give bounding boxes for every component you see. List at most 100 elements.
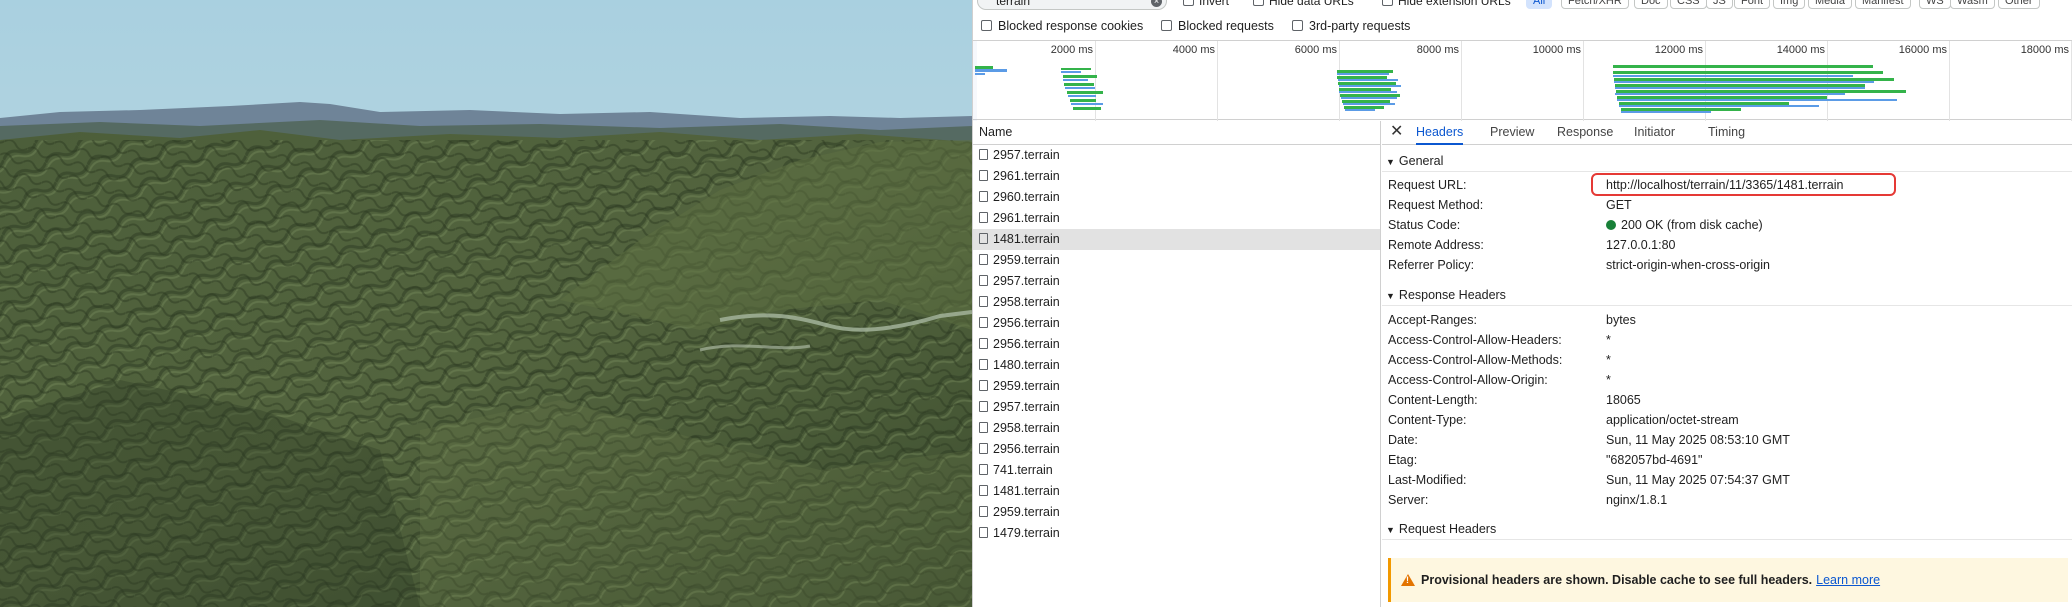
type-filter-other[interactable]: Other xyxy=(1998,0,2040,9)
request-row[interactable]: 2957.terrain xyxy=(973,271,1380,292)
response-headers-section-header[interactable]: ▼ Response Headers xyxy=(1382,285,2072,306)
learn-more-link[interactable]: Learn more xyxy=(1816,573,1880,587)
tab-timing[interactable]: Timing xyxy=(1708,121,1745,145)
blocked-response-cookies-label: Blocked response cookies xyxy=(998,19,1144,33)
request-row[interactable]: 2959.terrain xyxy=(973,502,1380,523)
request-name: 1481.terrain xyxy=(993,484,1060,498)
status-code-row: Status Code: 200 OK (from disk cache) xyxy=(1388,215,2068,235)
type-filter-css[interactable]: CSS xyxy=(1670,0,1707,9)
remote-address-value: 127.0.0.1:80 xyxy=(1606,238,1676,252)
filter-toolbar: terrain × Invert Hide data URLs Hide ext… xyxy=(973,0,2072,12)
request-headers-section-header[interactable]: ▼ Request Headers xyxy=(1382,519,2072,540)
request-row[interactable]: 2956.terrain xyxy=(973,439,1380,460)
terrain-viewport[interactable] xyxy=(0,0,972,607)
request-row[interactable]: 2956.terrain xyxy=(973,313,1380,334)
response-header-row: Access-Control-Allow-Headers: * xyxy=(1388,330,2068,350)
header-value: Sun, 11 May 2025 08:53:10 GMT xyxy=(1606,433,1790,447)
request-method-value: GET xyxy=(1606,198,1632,212)
general-section-header[interactable]: ▼ General xyxy=(1382,151,2072,172)
type-filter-font[interactable]: Font xyxy=(1734,0,1771,9)
header-value: * xyxy=(1606,373,1611,387)
type-filter-img[interactable]: Img xyxy=(1773,0,1806,9)
third-party-requests-checkbox[interactable]: 3rd-party requests xyxy=(1292,19,1410,33)
blocked-requests-checkbox[interactable]: Blocked requests xyxy=(1161,19,1274,33)
third-party-requests-label: 3rd-party requests xyxy=(1309,19,1411,33)
file-icon xyxy=(979,359,988,370)
referrer-policy-key: Referrer Policy: xyxy=(1388,258,1475,272)
header-value: application/octet-stream xyxy=(1606,413,1739,427)
request-row-selected[interactable]: 1481.terrain xyxy=(973,229,1380,250)
provisional-headers-warning: Provisional headers are shown. Disable c… xyxy=(1388,558,2068,602)
request-row[interactable]: 2958.terrain xyxy=(973,292,1380,313)
file-icon xyxy=(979,149,988,160)
file-icon xyxy=(979,275,988,286)
header-key: Accept-Ranges: xyxy=(1388,313,1477,327)
status-code-value: 200 OK (from disk cache) xyxy=(1621,218,1763,232)
header-key: Content-Length: xyxy=(1388,393,1478,407)
type-filter-js[interactable]: JS xyxy=(1706,0,1733,9)
status-ok-icon xyxy=(1606,220,1616,230)
request-url-value[interactable]: http://localhost/terrain/11/3365/1481.te… xyxy=(1606,175,1843,195)
request-row[interactable]: 2960.terrain xyxy=(973,187,1380,208)
type-filter-wasm[interactable]: Wasm xyxy=(1950,0,1995,9)
type-filter-manifest[interactable]: Manifest xyxy=(1855,0,1911,9)
hide-extension-urls-checkbox[interactable]: Hide extension URLs xyxy=(1382,0,1511,8)
tab-response[interactable]: Response xyxy=(1557,121,1613,145)
header-key: Content-Type: xyxy=(1388,413,1467,427)
checkbox-icon xyxy=(1253,0,1264,6)
details-tab-bar: ✕ Headers Preview Response Initiator Tim… xyxy=(1382,121,2072,145)
referrer-policy-row: Referrer Policy: strict-origin-when-cros… xyxy=(1388,255,2068,275)
file-icon xyxy=(979,212,988,223)
tab-initiator[interactable]: Initiator xyxy=(1634,121,1675,145)
checkbox-icon xyxy=(1183,0,1194,6)
response-headers-section-title: Response Headers xyxy=(1398,288,1506,302)
header-key: Access-Control-Allow-Methods: xyxy=(1388,353,1563,367)
header-value: nginx/1.8.1 xyxy=(1606,493,1668,507)
header-key: Server: xyxy=(1388,493,1429,507)
request-row[interactable]: 2961.terrain xyxy=(973,208,1380,229)
hide-data-urls-checkbox[interactable]: Hide data URLs xyxy=(1253,0,1354,8)
request-row[interactable]: 2959.terrain xyxy=(973,250,1380,271)
general-section-title: General xyxy=(1398,154,1444,168)
tab-headers[interactable]: Headers xyxy=(1416,121,1464,145)
request-row[interactable]: 2957.terrain xyxy=(973,397,1380,418)
tab-preview[interactable]: Preview xyxy=(1490,121,1534,145)
terrain-scene xyxy=(0,0,972,607)
warning-icon xyxy=(1401,574,1415,586)
type-filter-doc[interactable]: Doc xyxy=(1634,0,1668,9)
request-name: 2958.terrain xyxy=(993,421,1060,435)
name-column-header[interactable]: Name xyxy=(973,121,1380,145)
request-row[interactable]: 741.terrain xyxy=(973,460,1380,481)
response-header-row: Etag: "682057bd-4691" xyxy=(1388,450,2068,470)
request-url-key: Request URL: xyxy=(1388,178,1467,192)
type-filter-all[interactable]: All xyxy=(1526,0,1553,9)
request-row[interactable]: 1480.terrain xyxy=(973,355,1380,376)
request-name: 2957.terrain xyxy=(993,400,1060,414)
request-row[interactable]: 2961.terrain xyxy=(973,166,1380,187)
request-row[interactable]: 2959.terrain xyxy=(973,376,1380,397)
invert-checkbox[interactable]: Invert xyxy=(1183,0,1229,8)
type-filter-ws[interactable]: WS xyxy=(1919,0,1951,9)
request-row[interactable]: 1481.terrain xyxy=(973,481,1380,502)
network-overview-timeline[interactable]: 2000 ms 4000 ms 6000 ms 8000 ms 10000 ms… xyxy=(973,40,2072,121)
header-key: Access-Control-Allow-Headers: xyxy=(1388,333,1562,347)
filter-input[interactable]: terrain × xyxy=(977,0,1167,10)
type-filter-fetch-xhr[interactable]: Fetch/XHR xyxy=(1561,0,1629,9)
request-name: 2957.terrain xyxy=(993,148,1060,162)
header-value: * xyxy=(1606,333,1611,347)
request-name: 2959.terrain xyxy=(993,505,1060,519)
request-row[interactable]: 2956.terrain xyxy=(973,334,1380,355)
file-icon xyxy=(979,233,988,244)
remote-address-row: Remote Address: 127.0.0.1:80 xyxy=(1388,235,2068,255)
hide-data-urls-label: Hide data URLs xyxy=(1269,0,1354,8)
header-value: "682057bd-4691" xyxy=(1606,453,1703,467)
blocked-response-cookies-checkbox[interactable]: Blocked response cookies xyxy=(981,19,1143,33)
request-row[interactable]: 2957.terrain xyxy=(973,145,1380,166)
type-filter-media[interactable]: Media xyxy=(1808,0,1852,9)
close-icon[interactable]: ✕ xyxy=(1390,123,1403,141)
request-row[interactable]: 2958.terrain xyxy=(973,418,1380,439)
overview-waterfall-bars xyxy=(975,65,1906,113)
request-row[interactable]: 1479.terrain xyxy=(973,523,1380,544)
clear-filter-icon[interactable]: × xyxy=(1151,0,1162,7)
file-icon xyxy=(979,527,988,538)
